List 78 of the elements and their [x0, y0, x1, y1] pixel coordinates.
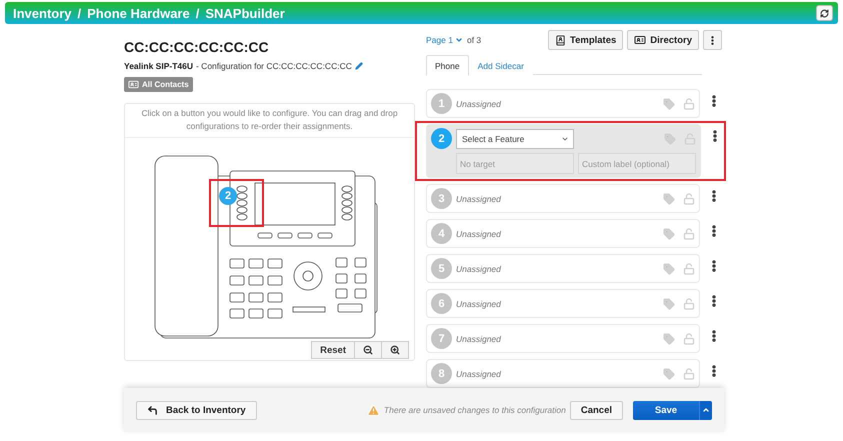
tag-icon[interactable] — [663, 262, 675, 274]
key-row[interactable]: 2 Select a Feature No target Custom label (optional) — [426, 124, 701, 178]
unlock-icon[interactable] — [683, 98, 695, 110]
cancel-button[interactable]: Cancel — [570, 400, 623, 420]
key-number: 5 — [431, 258, 452, 279]
more-button[interactable] — [703, 30, 722, 50]
custom-label-field[interactable]: Custom label (optional) — [578, 153, 696, 174]
caret-icon — [454, 36, 463, 44]
key-label: Unassigned — [456, 298, 501, 308]
breadcrumb-separator: / — [196, 6, 200, 20]
unlock-icon[interactable] — [683, 298, 695, 310]
breadcrumb-link[interactable]: SNAPbuilder — [205, 6, 285, 20]
unlock-icon[interactable] — [683, 332, 695, 344]
configuration-text: - Configuration for CC:CC:CC:CC:CC:CC — [196, 61, 352, 71]
templates-button[interactable]: Templates — [548, 30, 624, 50]
key-number: 1 — [431, 93, 452, 114]
key-label: Unassigned — [456, 368, 501, 378]
reset-button[interactable]: Reset — [311, 341, 355, 359]
key-row[interactable]: 3 Unassigned — [426, 184, 700, 213]
instructions-text: Click on a button you would like to configure. You can drag and drop configurations to re-order their assignments. — [125, 104, 414, 138]
key-number: 8 — [431, 363, 452, 384]
contact-card-icon — [634, 34, 646, 46]
save-button[interactable]: Save — [633, 400, 699, 420]
key-number: 3 — [431, 188, 452, 209]
back-button[interactable]: Back to Inventory — [136, 400, 257, 420]
breadcrumb-link[interactable]: Inventory — [13, 6, 72, 20]
all-contacts-button[interactable]: All Contacts — [124, 77, 193, 92]
key-label: Unassigned — [456, 334, 501, 344]
key-number: 6 — [431, 293, 452, 314]
key-label: Unassigned — [456, 194, 501, 204]
address-book-icon — [554, 34, 566, 46]
key-number: 4 — [431, 223, 452, 244]
unlock-icon[interactable] — [683, 192, 695, 204]
key-row[interactable]: 4 Unassigned — [426, 219, 700, 248]
key-number: 2 — [431, 128, 452, 149]
zoom-out-button[interactable] — [354, 341, 382, 359]
page-dropdown[interactable]: Page 1 — [426, 35, 463, 45]
tag-icon[interactable] — [663, 368, 675, 380]
unsaved-warning: There are unsaved changes to this configuration — [384, 405, 566, 415]
key-row[interactable]: 8 Unassigned — [426, 359, 700, 388]
warning-icon — [366, 404, 380, 416]
save-options-button[interactable] — [699, 400, 712, 420]
zoom-out-icon — [363, 345, 373, 355]
target-field[interactable]: No target — [456, 153, 574, 174]
edit-icon[interactable] — [354, 62, 363, 70]
feature-select[interactable]: Select a Feature — [456, 128, 574, 148]
zoom-in-button[interactable] — [381, 341, 409, 359]
device-title: CC:CC:CC:CC:CC:CC — [124, 39, 270, 55]
tag-icon[interactable] — [663, 98, 675, 110]
unlock-icon[interactable] — [683, 368, 695, 380]
back-arrow-icon — [147, 404, 158, 416]
key-row[interactable]: 6 Unassigned — [426, 289, 700, 318]
tag-icon[interactable] — [663, 332, 675, 344]
unlock-icon[interactable] — [683, 262, 695, 274]
phone-model: Yealink SIP-T46U — [124, 61, 193, 71]
key-row[interactable]: 1 Unassigned — [426, 89, 700, 118]
page-total: of 3 — [466, 35, 482, 45]
key-label: Unassigned — [456, 228, 501, 238]
refresh-button[interactable] — [816, 5, 833, 21]
zoom-in-icon — [390, 345, 400, 355]
key-label: Unassigned — [456, 264, 501, 274]
breadcrumb-separator: / — [78, 6, 82, 20]
caret-icon — [702, 406, 710, 414]
contact-card-icon — [128, 79, 139, 90]
tag-icon[interactable] — [663, 192, 675, 204]
tag-icon[interactable] — [664, 132, 676, 144]
key-number: 7 — [431, 328, 452, 349]
refresh-icon — [820, 8, 829, 18]
key-row[interactable]: 5 Unassigned — [426, 254, 700, 283]
key-row[interactable]: 7 Unassigned — [426, 324, 700, 353]
key-label: Unassigned — [456, 98, 501, 108]
tag-icon[interactable] — [663, 298, 675, 310]
highlight-frame — [209, 179, 264, 227]
tag-icon[interactable] — [663, 228, 675, 240]
unlock-icon[interactable] — [683, 228, 695, 240]
tab[interactable]: Phone — [426, 55, 469, 76]
directory-button[interactable]: Directory — [627, 30, 699, 50]
breadcrumb-link[interactable]: Phone Hardware — [87, 6, 190, 20]
